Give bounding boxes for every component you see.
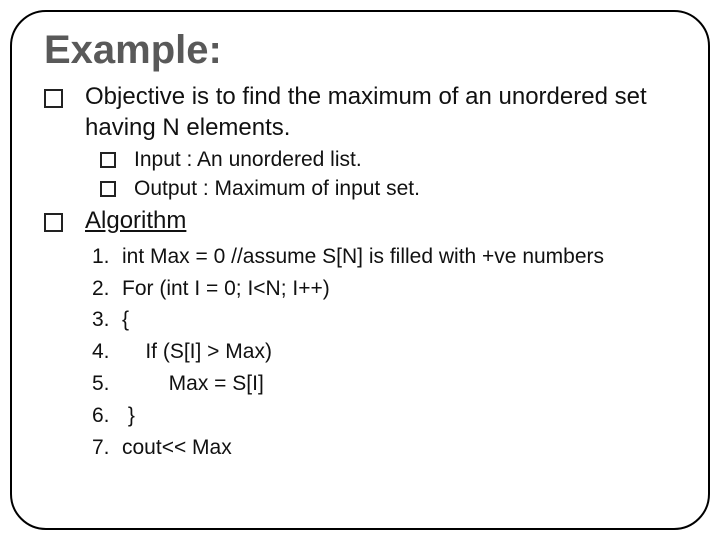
step-text: } — [122, 400, 680, 432]
step-text: { — [122, 304, 680, 336]
subbullet-output: Output : Maximum of input set. — [100, 176, 680, 202]
subbullet-input: Input : An unordered list. — [100, 147, 680, 173]
step-number: 2. — [92, 273, 122, 305]
step-text: For (int I = 0; I<N; I++) — [122, 273, 680, 305]
checkbox-icon — [44, 89, 63, 108]
step-row: 1. int Max = 0 //assume S[N] is filled w… — [92, 241, 680, 273]
step-number: 6. — [92, 400, 122, 432]
algorithm-steps: 1. int Max = 0 //assume S[N] is filled w… — [92, 241, 680, 464]
step-row: 5. Max = S[I] — [92, 368, 680, 400]
step-text: int Max = 0 //assume S[N] is filled with… — [122, 241, 680, 273]
step-number: 4. — [92, 336, 122, 368]
bullet-text: Algorithm — [85, 206, 680, 237]
subbullet-text: Input : An unordered list. — [134, 147, 680, 173]
bullet-algorithm: Algorithm — [44, 206, 680, 237]
step-number: 7. — [92, 432, 122, 464]
step-number: 1. — [92, 241, 122, 273]
checkbox-icon — [100, 181, 116, 197]
step-number: 5. — [92, 368, 122, 400]
step-text: cout<< Max — [122, 432, 680, 464]
step-row: 6. } — [92, 400, 680, 432]
checkbox-icon — [44, 213, 63, 232]
step-text: Max = S[I] — [122, 368, 680, 400]
checkbox-icon — [100, 152, 116, 168]
slide-frame: Example: Objective is to find the maximu… — [10, 10, 710, 530]
step-row: 2. For (int I = 0; I<N; I++) — [92, 273, 680, 305]
step-text: If (S[I] > Max) — [122, 336, 680, 368]
step-row: 3. { — [92, 304, 680, 336]
step-row: 4. If (S[I] > Max) — [92, 336, 680, 368]
subbullet-text: Output : Maximum of input set. — [134, 176, 680, 202]
slide-title: Example: — [44, 28, 680, 72]
step-row: 7. cout<< Max — [92, 432, 680, 464]
bullet-objective: Objective is to find the maximum of an u… — [44, 82, 680, 143]
step-number: 3. — [92, 304, 122, 336]
bullet-text: Objective is to find the maximum of an u… — [85, 82, 680, 143]
